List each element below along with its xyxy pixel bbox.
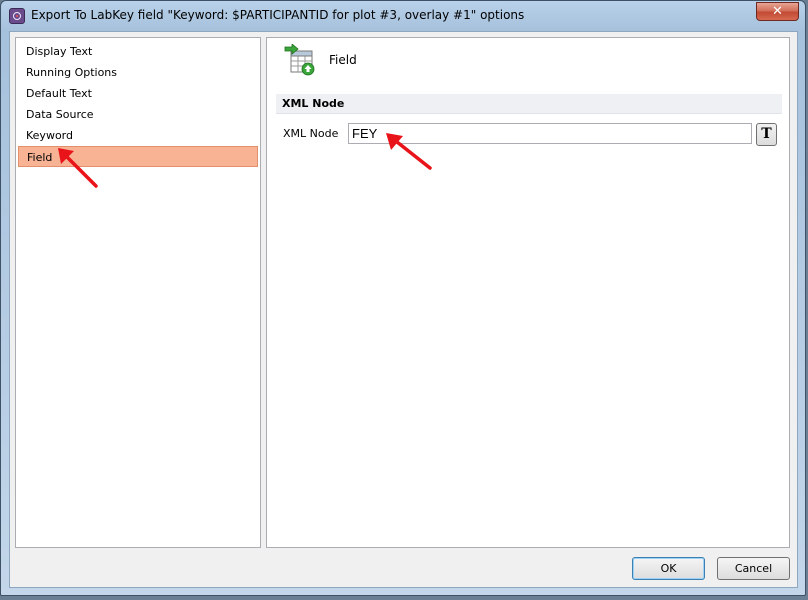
app-icon (9, 8, 25, 24)
xml-node-label: XML Node (283, 127, 339, 140)
close-button[interactable]: ✕ (756, 2, 799, 21)
window-title: Export To LabKey field "Keyword: $PARTIC… (31, 8, 525, 22)
nav-item-data-source[interactable]: Data Source (18, 104, 258, 125)
options-panel: Field XML Node XML Node T (266, 37, 790, 548)
text-format-button[interactable]: T (756, 123, 777, 146)
nav-item-display-text[interactable]: Display Text (18, 41, 258, 62)
xml-node-input[interactable] (348, 123, 752, 144)
nav-item-running-options[interactable]: Running Options (18, 62, 258, 83)
dialog-body: Display Text Running Options Default Tex… (9, 31, 798, 588)
category-list: Display Text Running Options Default Tex… (15, 37, 261, 548)
ok-button[interactable]: OK (632, 557, 705, 580)
title-bar[interactable]: Export To LabKey field "Keyword: $PARTIC… (1, 1, 805, 31)
nav-item-field[interactable]: Field (18, 146, 258, 167)
table-field-add-icon (284, 44, 315, 76)
nav-item-default-text[interactable]: Default Text (18, 83, 258, 104)
nav-item-keyword[interactable]: Keyword (18, 125, 258, 146)
dialog-window: Export To LabKey field "Keyword: $PARTIC… (0, 0, 806, 596)
xml-node-group-header: XML Node (276, 94, 782, 114)
section-title: Field (329, 53, 357, 67)
cancel-button[interactable]: Cancel (717, 557, 790, 580)
